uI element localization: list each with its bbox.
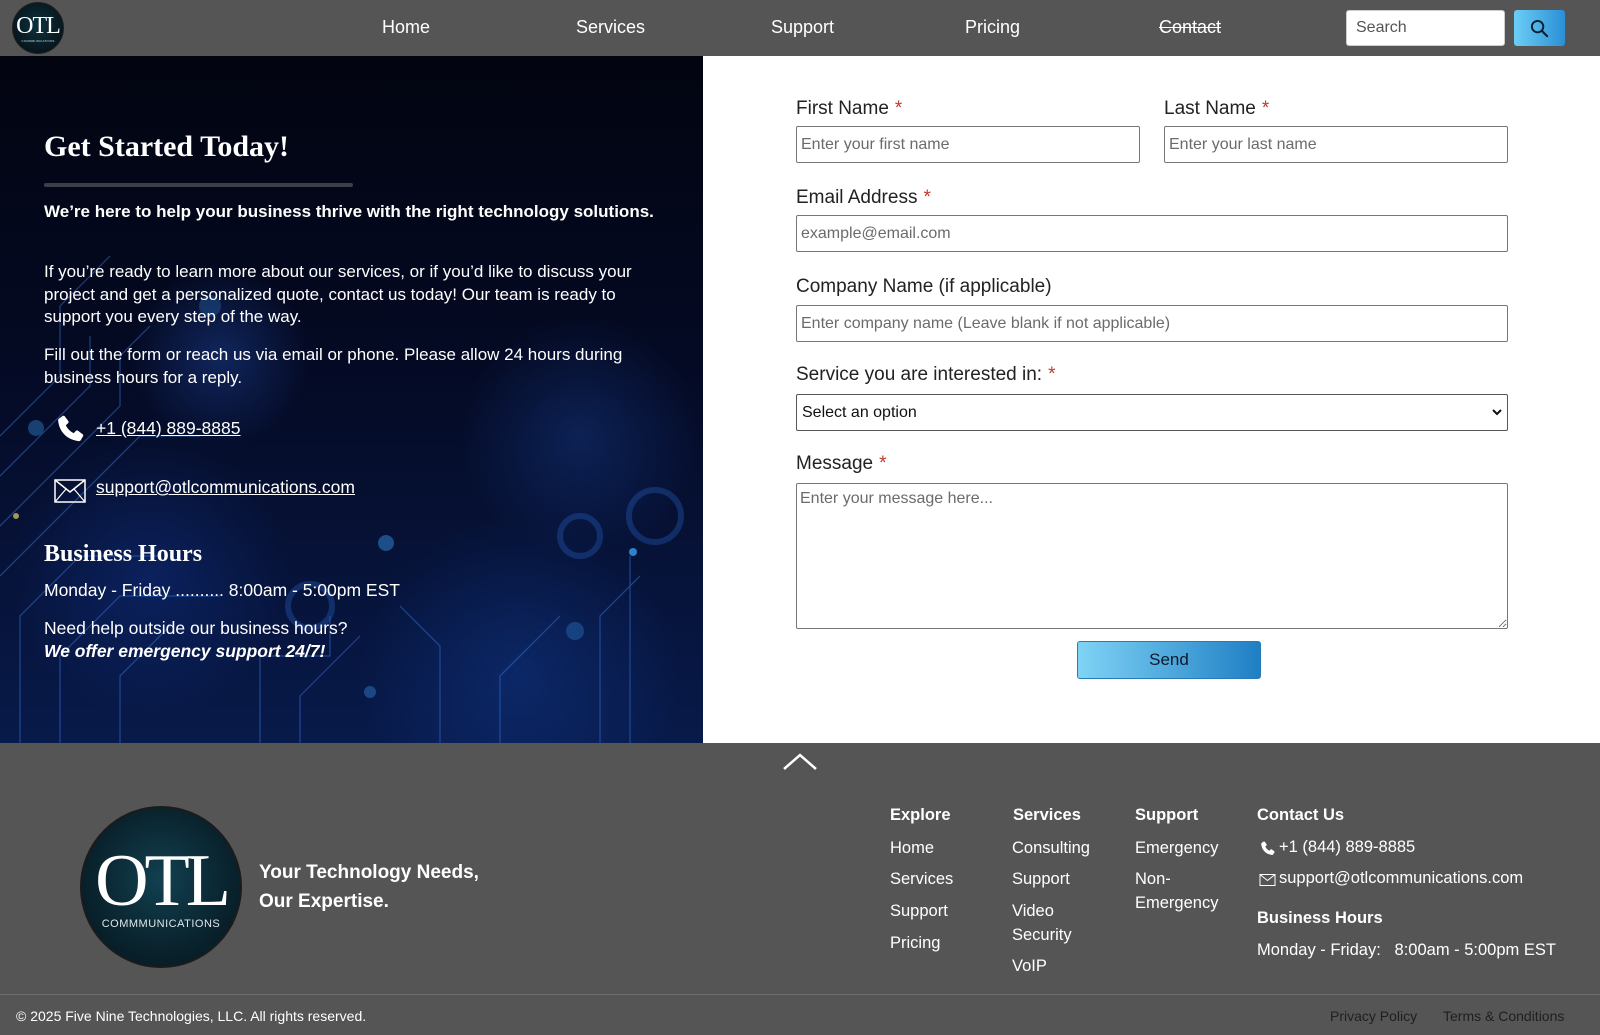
title-underline	[44, 183, 353, 187]
required-marker: *	[1261, 98, 1270, 119]
footer-hours-heading: Business Hours	[1257, 909, 1383, 927]
phone-icon	[58, 415, 84, 442]
last-name-label-text: Last Name	[1164, 98, 1256, 119]
footer-link-video-security[interactable]: Video Security	[1012, 899, 1092, 947]
nav-link-home[interactable]: Home	[382, 16, 430, 38]
message-label-text: Message	[796, 453, 874, 474]
footer-link-support[interactable]: Support	[890, 899, 948, 923]
footer-tagline: Your Technology Needs, Our Expertise.	[259, 858, 519, 916]
footer-link-service-support[interactable]: Support	[1012, 867, 1070, 891]
services-heading: Services	[1013, 806, 1081, 824]
footer-email[interactable]: support@otlcommunications.com	[1279, 869, 1523, 888]
search-button[interactable]	[1514, 10, 1565, 46]
privacy-policy-link[interactable]: Privacy Policy	[1330, 1008, 1417, 1024]
required-marker: *	[1048, 364, 1056, 385]
first-name-label-text: First Name	[796, 98, 889, 119]
tagline-line-2: Our Expertise.	[259, 891, 389, 912]
copyright-text: © 2025 Five Nine Technologies, LLC. All …	[16, 1008, 367, 1024]
company-label: Company Name (if applicable)	[796, 276, 1052, 297]
first-name-field[interactable]	[796, 126, 1140, 163]
footer-otl-logo[interactable]: OTL COMMMUNICATIONS	[80, 806, 242, 968]
hero-email-link[interactable]: support@otlcommunications.com	[96, 477, 355, 498]
hero-phone-link[interactable]: +1 (844) 889-8885	[96, 418, 241, 439]
last-name-label: Last Name *	[1164, 98, 1269, 120]
hero-intro: We’re here to help your business thrive …	[44, 202, 654, 221]
scroll-to-top-icon[interactable]	[782, 751, 818, 773]
site-footer: OTL COMMMUNICATIONS Your Technology Need…	[0, 743, 1600, 1035]
email-label: Email Address *	[796, 187, 931, 209]
footer-link-pricing[interactable]: Pricing	[890, 931, 940, 955]
logo-text: OTL	[16, 13, 61, 39]
email-label-text: Email Address	[796, 187, 918, 208]
footer-link-voip[interactable]: VoIP	[1012, 954, 1047, 978]
nav-link-support[interactable]: Support	[771, 16, 834, 38]
required-marker: *	[879, 453, 887, 474]
nav-link-contact[interactable]: Contact	[1159, 16, 1221, 38]
emergency-support-note: We offer emergency support 24/7!	[44, 641, 326, 661]
service-label-text: Service you are interested in:	[796, 364, 1043, 385]
required-marker: *	[923, 187, 931, 208]
message-label: Message *	[796, 453, 887, 475]
service-select-value: Select an option	[802, 404, 917, 421]
tagline-line-1: Your Technology Needs,	[259, 862, 479, 883]
chevron-down-icon	[1492, 409, 1502, 416]
footer-link-home[interactable]: Home	[890, 836, 934, 860]
first-name-label: First Name *	[796, 98, 902, 120]
logo-subtext: COMMMUNICATIONS	[21, 39, 55, 43]
business-hours-line: Monday - Friday .......... 8:00am - 5:00…	[44, 580, 400, 600]
hero-paragraph-2: Fill out the form or reach us via email …	[44, 345, 623, 387]
footer-phone[interactable]: +1 (844) 889-8885	[1279, 838, 1415, 857]
mail-icon	[54, 479, 86, 503]
footer-logo-subtext: COMMMUNICATIONS	[101, 918, 221, 930]
top-navbar: OTL COMMMUNICATIONS Home Services Suppor…	[0, 0, 1600, 56]
service-select[interactable]: Select an option	[796, 394, 1508, 431]
business-hours-title: Business Hours	[44, 541, 203, 567]
footer-hours: Monday - Friday: 8:00am - 5:00pm EST	[1257, 941, 1556, 959]
footer-link-non-emergency[interactable]: Non-Emergency	[1135, 867, 1223, 915]
nav-link-pricing[interactable]: Pricing	[965, 16, 1020, 38]
terms-conditions-link[interactable]: Terms & Conditions	[1443, 1008, 1564, 1024]
service-label: Service you are interested in: *	[796, 364, 1055, 386]
contact-info-panel: Get Started Today! We’re here to help yo…	[0, 56, 703, 743]
hero-paragraph-1: If you’re ready to learn more about our …	[44, 262, 632, 326]
after-hours-question: Need help outside our business hours?	[44, 618, 348, 638]
last-name-field[interactable]	[1164, 126, 1508, 163]
required-marker: *	[894, 98, 903, 119]
footer-link-consulting[interactable]: Consulting	[1012, 836, 1090, 860]
contact-heading: Contact Us	[1257, 806, 1345, 824]
search-input[interactable]	[1346, 10, 1505, 46]
company-field[interactable]	[796, 305, 1508, 342]
footer-logo-text: OTL	[95, 840, 231, 922]
mail-icon	[1259, 874, 1276, 886]
footer-link-emergency[interactable]: Emergency	[1135, 836, 1218, 860]
email-field[interactable]	[796, 215, 1508, 252]
footer-divider	[0, 994, 1600, 995]
send-button[interactable]: Send	[1077, 641, 1261, 679]
footer-link-services[interactable]: Services	[890, 867, 953, 891]
explore-heading: Explore	[890, 806, 951, 824]
hero-title: Get Started Today!	[44, 130, 290, 163]
message-field[interactable]	[796, 483, 1508, 629]
search-icon	[1530, 19, 1549, 38]
otl-logo[interactable]: OTL COMMMUNICATIONS	[12, 2, 64, 54]
contact-form: First Name* Last Name* Email Address* Co…	[703, 56, 1600, 743]
nav-link-services[interactable]: Services	[576, 16, 645, 38]
phone-icon	[1261, 841, 1275, 855]
support-heading: Support	[1135, 806, 1199, 824]
